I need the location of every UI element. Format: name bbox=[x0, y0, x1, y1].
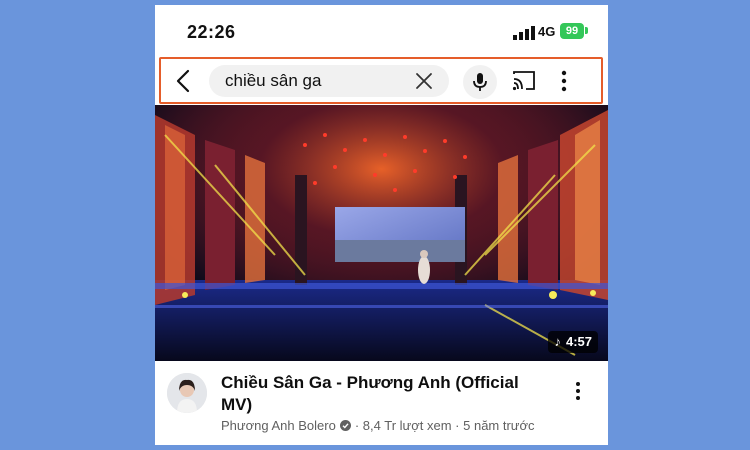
cast-icon[interactable] bbox=[511, 69, 537, 93]
video-meta: Phương Anh Bolero · 8,4 Tr lượt xem · 5 … bbox=[221, 418, 535, 433]
channel-avatar[interactable] bbox=[167, 373, 207, 413]
meta-separator: · bbox=[354, 418, 360, 433]
thumbnail-stage-image bbox=[155, 105, 608, 361]
phone-screen: 22:26 4G 99 chiều sân ga ♪ 4:57 Chiều Sâ… bbox=[155, 5, 608, 445]
more-vert-icon[interactable] bbox=[574, 381, 582, 401]
duration-badge: ♪ 4:57 bbox=[548, 331, 598, 353]
search-query[interactable]: chiều sân ga bbox=[225, 71, 321, 91]
search-input[interactable]: chiều sân ga bbox=[209, 65, 449, 97]
verified-icon bbox=[339, 420, 351, 431]
voice-search-button[interactable] bbox=[463, 65, 497, 99]
meta-separator: · bbox=[455, 418, 460, 433]
network-type: 4G bbox=[538, 24, 556, 39]
channel-name[interactable]: Phương Anh Bolero bbox=[221, 418, 336, 433]
battery-indicator: 99 bbox=[560, 23, 584, 39]
status-bar: 22:26 4G 99 bbox=[155, 5, 608, 57]
battery-nub bbox=[585, 27, 588, 34]
more-vert-icon[interactable] bbox=[559, 69, 569, 93]
avatar-image bbox=[167, 373, 207, 413]
search-bar: chiều sân ga bbox=[159, 57, 603, 104]
upload-age: 5 năm trước bbox=[463, 418, 535, 433]
duration-text: 4:57 bbox=[565, 334, 592, 349]
music-note-icon: ♪ bbox=[554, 334, 561, 349]
video-info: Chiều Sân Ga - Phương Anh (Official MV) … bbox=[155, 361, 608, 445]
video-thumbnail[interactable]: ♪ 4:57 bbox=[155, 105, 608, 361]
back-icon[interactable] bbox=[173, 68, 195, 94]
mic-icon bbox=[473, 73, 487, 91]
video-title[interactable]: Chiều Sân Ga - Phương Anh (Official MV) bbox=[221, 372, 541, 416]
status-time: 22:26 bbox=[187, 22, 236, 42]
view-count: 8,4 Tr lượt xem bbox=[362, 418, 452, 433]
signal-icon bbox=[513, 26, 535, 40]
clear-icon[interactable] bbox=[415, 72, 433, 90]
